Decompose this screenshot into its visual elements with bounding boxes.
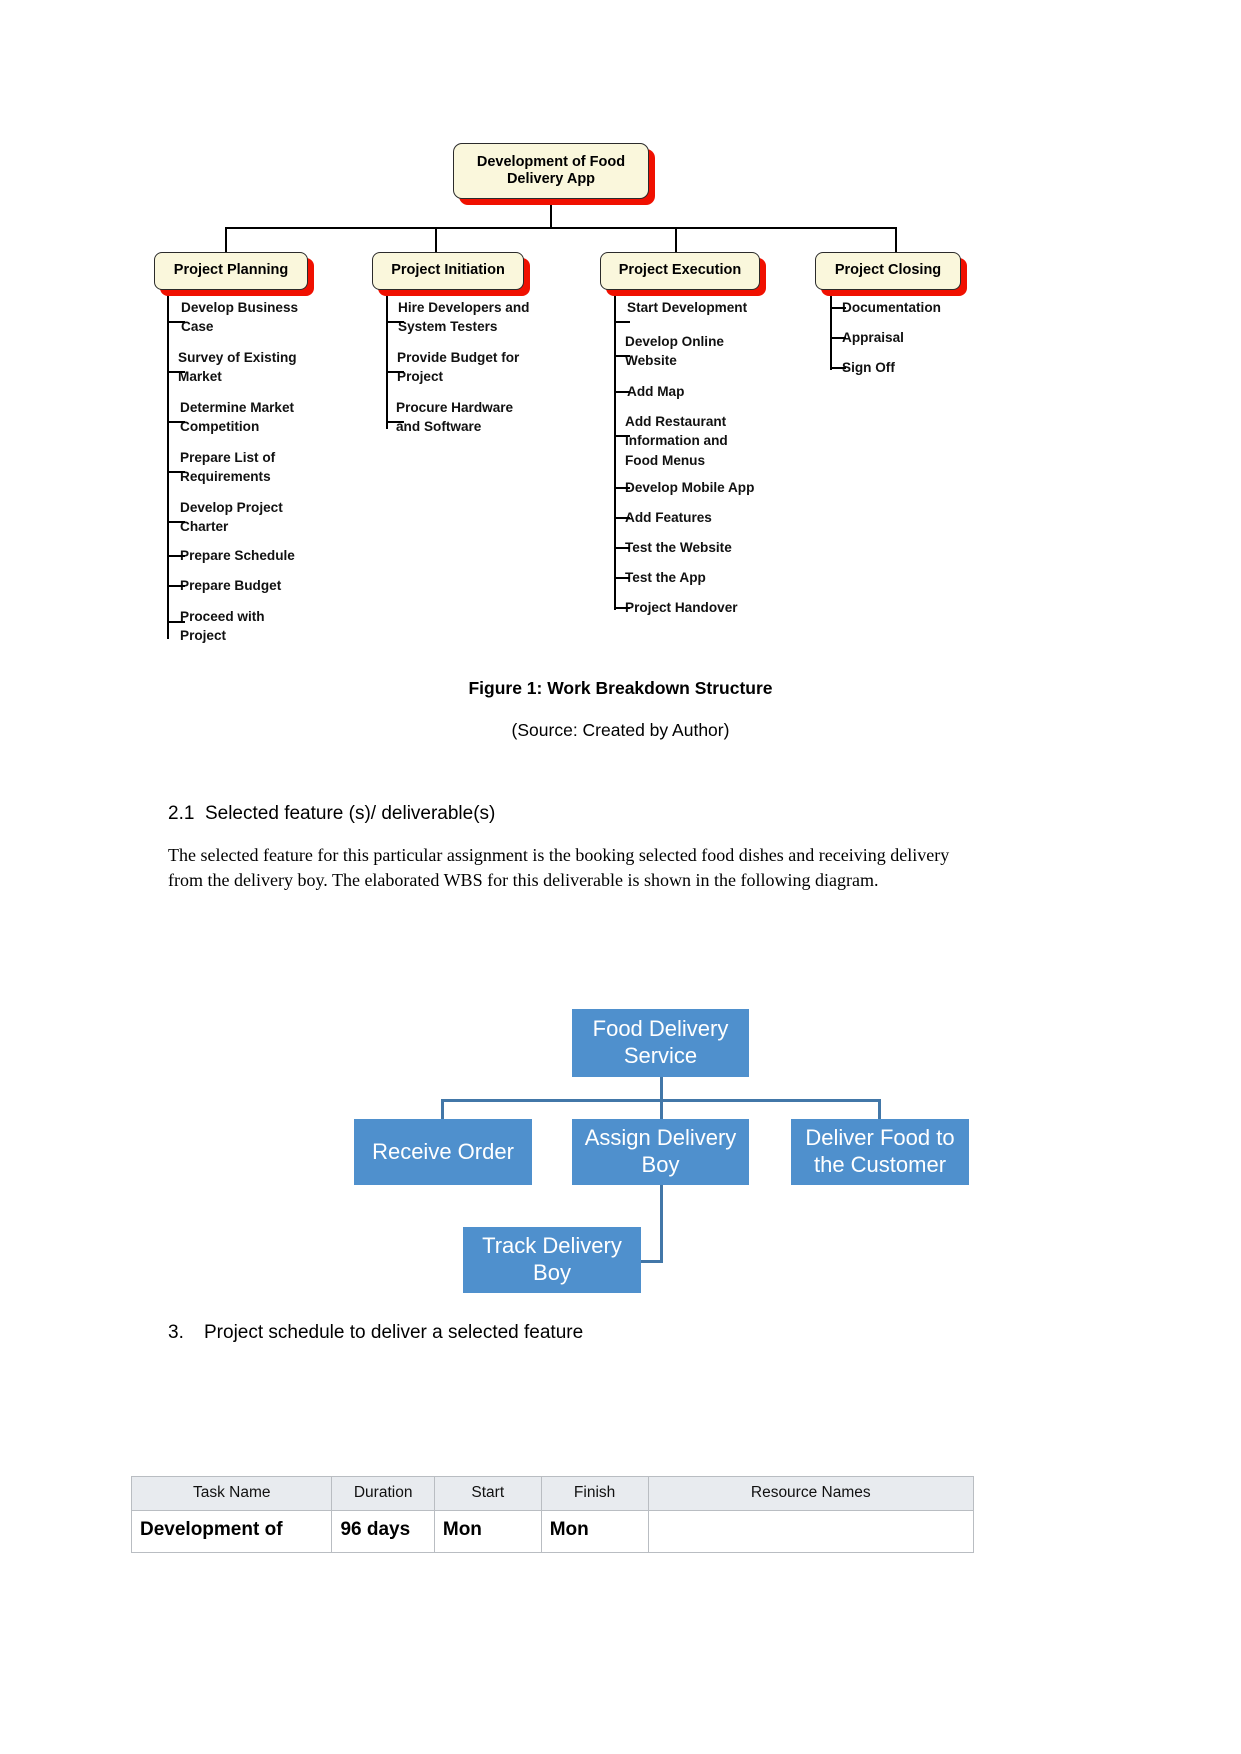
wbs-tick-e1 [614, 321, 630, 324]
section-2-1-paragraph: The selected feature for this particular… [168, 845, 950, 890]
wbs-leaf-initiation-3: Procure Hardware and Software [396, 400, 514, 435]
wbs-branch-initiation: Project Initiation [372, 252, 524, 290]
blue-drop-2 [660, 1099, 663, 1121]
wbs-tick-c1 [830, 307, 846, 310]
wbs-drop-4 [895, 227, 898, 254]
blue-drop-3 [878, 1099, 881, 1121]
wbs-drop-2 [435, 227, 438, 254]
wbs-leaf-planning-1: Develop Business Case [181, 300, 299, 335]
figure1-caption: Figure 1: Work Breakdown Structure [468, 678, 773, 698]
cell-resource-names [647, 1510, 974, 1553]
blue-drop-1 [441, 1099, 444, 1121]
wbs-tick-p7 [167, 585, 185, 588]
blue-sub-stem [660, 1185, 663, 1263]
column-header-resource-names: Resource Names [647, 1476, 974, 1511]
cell-duration: 96 days [331, 1510, 435, 1553]
wbs-spine-closing [830, 290, 833, 370]
wbs-spine-execution [614, 290, 617, 610]
schedule-table: Task Name Duration Start Finish Resource… [130, 1476, 974, 1553]
wbs-spine-initiation [386, 290, 389, 429]
wbs-root-node: Development of Food Delivery App [453, 143, 649, 199]
wbs-drop-3 [675, 227, 678, 254]
section-3-title: Project schedule to deliver a selected f… [204, 1322, 584, 1343]
wbs-leaf-execution-2: Develop Online Website [625, 334, 724, 369]
wbs-leaf-closing-3: Sign Off [842, 360, 895, 375]
wbs-tick-p5 [167, 521, 185, 524]
wbs-leaf-planning-4: Prepare List of Requirements [180, 450, 276, 485]
wbs-leaf-execution-7: Test the Website [625, 540, 732, 555]
cell-start: Mon [433, 1510, 542, 1553]
wbs-leaf-planning-3: Determine Market Competition [180, 400, 295, 435]
wbs-tick-e6 [614, 517, 630, 520]
wbs-tick-c2 [830, 337, 846, 340]
wbs-leaf-execution-4: Add Restaurant Information and Food Menu… [625, 414, 728, 468]
wbs-tick-e7 [614, 547, 630, 550]
wbs-tick-e8 [614, 577, 630, 580]
column-header-task-name: Task Name [130, 1476, 333, 1511]
wbs-tick-p2 [167, 371, 185, 374]
wbs-branch-execution: Project Execution [600, 252, 760, 290]
blue-root-stem [660, 1077, 663, 1101]
section-2-1-heading: 2.1 Selected feature (s)/ deliverable(s) [168, 803, 496, 824]
wbs-tick-p6 [167, 555, 185, 558]
wbs-horizontal-bus [225, 227, 895, 230]
document-page: Development of Food Delivery App Project… [0, 0, 1241, 1754]
wbs-tick-i1 [386, 321, 404, 324]
wbs-leaf-closing-1: Documentation [842, 300, 941, 315]
section-3-number: 3. [168, 1322, 184, 1343]
table-row: Development of 96 days Mon Mon [130, 1510, 974, 1553]
wbs-leaf-initiation-1: Hire Developers and System Testers [398, 300, 530, 335]
wbs-leaf-planning-7: Prepare Budget [180, 578, 282, 593]
wbs-drop-1 [225, 227, 228, 254]
blue-node-root: Food Delivery Service [572, 1009, 749, 1077]
wbs-tick-e9 [614, 607, 630, 610]
wbs-tick-e5 [614, 487, 630, 490]
wbs-diagram: Development of Food Delivery App Project… [140, 135, 1100, 665]
column-header-finish: Finish [540, 1476, 649, 1511]
wbs-leaf-initiation-2: Provide Budget for Project [397, 350, 520, 385]
wbs-leaf-execution-8: Test the App [625, 570, 706, 585]
figure1-source: (Source: Created by Author) [511, 720, 730, 740]
wbs-tick-p3 [167, 421, 185, 424]
wbs-leaf-execution-9: Project Handover [625, 600, 738, 615]
wbs-branch-planning: Project Planning [154, 252, 308, 290]
wbs-leaf-execution-1: Start Development [627, 300, 748, 315]
wbs-tick-e4 [614, 435, 630, 438]
table-header-row: Task Name Duration Start Finish Resource… [130, 1476, 974, 1511]
wbs-leaf-planning-8: Proceed with Project [180, 609, 265, 644]
cell-finish: Mon [540, 1510, 649, 1553]
blue-node-deliver-food: Deliver Food to the Customer [791, 1119, 969, 1185]
wbs-leaf-planning-5: Develop Project Charter [180, 500, 283, 535]
wbs-branch-closing: Project Closing [815, 252, 961, 290]
wbs-tick-i2 [386, 371, 404, 374]
blue-node-track-delivery-boy: Track Delivery Boy [463, 1227, 641, 1293]
column-header-duration: Duration [331, 1476, 435, 1511]
wbs-tick-i3 [386, 421, 404, 424]
wbs-leaf-planning-2: Survey of Existing Market [178, 350, 297, 385]
wbs-tick-c3 [830, 367, 846, 370]
cell-task-name: Development of [130, 1510, 333, 1553]
section-3-heading: 3. Project schedule to deliver a selected… [168, 1322, 583, 1344]
wbs-tick-e3 [614, 391, 630, 394]
wbs-leaf-planning-6: Prepare Schedule [180, 548, 295, 563]
deliverable-wbs-diagram: Food Delivery Service Receive Order Assi… [340, 1009, 1020, 1315]
blue-sub-elbow [640, 1260, 663, 1263]
wbs-tick-p8 [167, 621, 185, 624]
column-header-start: Start [433, 1476, 542, 1511]
wbs-tick-p4 [167, 471, 185, 474]
wbs-leaf-closing-2: Appraisal [842, 330, 904, 345]
blue-node-assign-delivery-boy: Assign Delivery Boy [572, 1119, 749, 1185]
wbs-tick-e2 [614, 355, 630, 358]
wbs-tick-p1 [167, 321, 185, 324]
wbs-leaf-execution-5: Develop Mobile App [625, 480, 755, 495]
wbs-leaf-execution-6: Add Features [625, 510, 712, 525]
wbs-leaf-execution-3: Add Map [627, 384, 685, 399]
blue-node-receive-order: Receive Order [354, 1119, 532, 1185]
